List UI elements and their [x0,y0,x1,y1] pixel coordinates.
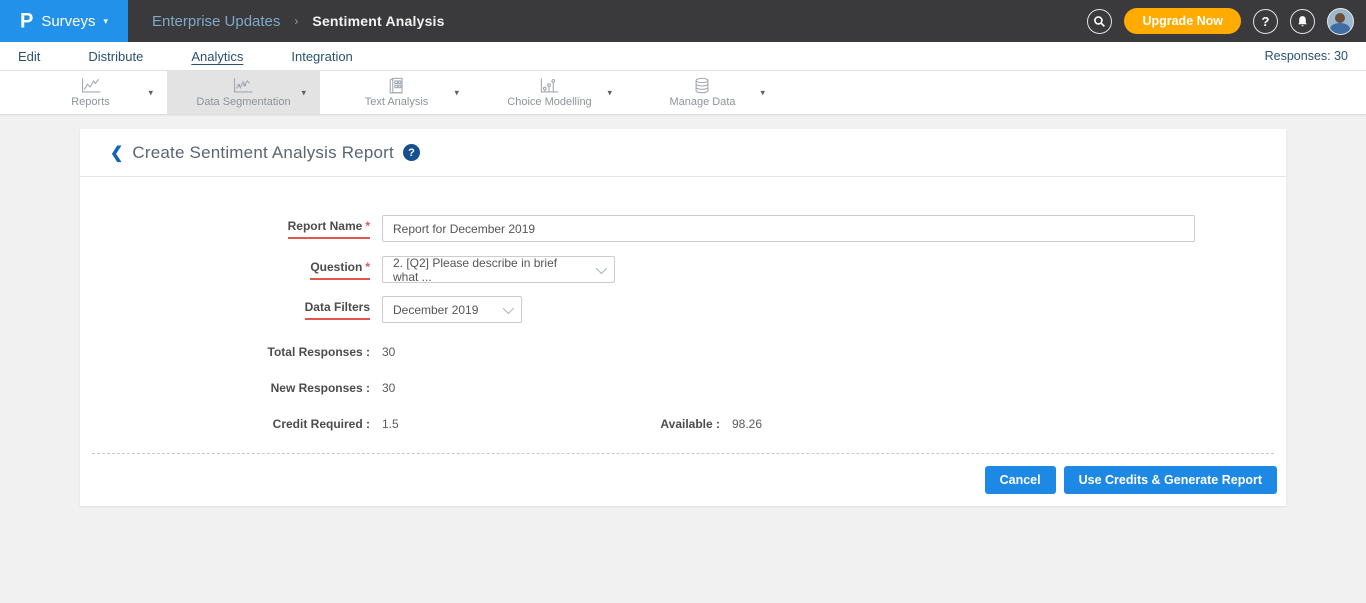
question-label: Question* [310,260,370,280]
caret-down-icon: ▾ [454,87,459,98]
data-filters-select[interactable]: December 2019 [382,296,522,323]
new-responses-label: New Responses : [80,381,370,395]
toolbar-item-choice-modelling[interactable]: Choice Modelling ▾ [473,71,626,114]
toolbar-item-label: Reports [71,96,110,108]
card-footer: Cancel Use Credits & Generate Report [80,454,1286,506]
database-icon [691,77,713,95]
report-name-row: Report Name* [80,215,1286,242]
required-asterisk: * [365,260,370,274]
total-responses-label: Total Responses : [80,345,370,359]
breadcrumb: Enterprise Updates › Sentiment Analysis [152,13,445,30]
toolbar-item-data-segmentation[interactable]: Data Segmentation ▾ [167,71,320,114]
breadcrumb-current: Sentiment Analysis [312,13,444,29]
caret-down-icon: ▾ [760,87,765,98]
chevron-down-icon [503,302,514,313]
toolbar-item-text-analysis[interactable]: Text Analysis ▾ [320,71,473,114]
toolbar-item-reports[interactable]: Reports ▾ [14,71,167,114]
analytics-toolbar: Reports ▾ Data Segmentation ▾ Text Analy… [0,71,1366,114]
total-responses-row: Total Responses : 30 [80,345,1286,359]
toolbar-item-label: Data Segmentation [196,96,290,108]
credit-required-value: 1.5 [382,417,399,431]
breadcrumb-separator-icon: › [294,14,298,28]
total-responses-value: 30 [382,345,395,359]
generate-report-button[interactable]: Use Credits & Generate Report [1064,466,1277,494]
notifications-button[interactable] [1290,9,1315,34]
questionpro-logo-icon: P [20,9,33,33]
data-filters-row: Data Filters December 2019 [80,296,1286,323]
header-actions: Upgrade Now ? [1087,8,1366,35]
back-button[interactable]: ❮ [110,143,123,163]
document-grid-icon [386,77,408,95]
page-title: Create Sentiment Analysis Report [132,143,394,163]
toolbar-item-label: Text Analysis [365,96,429,108]
available-credits: Available : 98.26 [640,417,762,431]
credit-required-label: Credit Required : [80,417,370,431]
card-title-row: ❮ Create Sentiment Analysis Report ? [80,129,1286,177]
data-filters-label: Data Filters [305,300,370,320]
question-select-value: 2. [Q2] Please describe in brief what ..… [393,256,582,284]
caret-down-icon: ▾ [607,87,612,98]
toolbar-item-label: Choice Modelling [507,96,591,108]
caret-down-icon: ▾ [148,87,153,98]
create-report-card: ❮ Create Sentiment Analysis Report ? Rep… [80,129,1286,506]
report-form: Report Name* Question* 2. [Q2] Please de… [80,177,1286,431]
search-icon [1093,15,1106,28]
chevron-down-icon [596,262,607,273]
question-mark-icon: ? [408,147,415,159]
dot-chart-icon [538,77,560,95]
report-name-label: Report Name* [288,219,370,239]
help-button[interactable]: ? [1253,9,1278,34]
breadcrumb-parent[interactable]: Enterprise Updates [152,13,280,30]
nav-item-integration[interactable]: Integration [291,47,352,66]
search-button[interactable] [1087,9,1112,34]
report-name-input[interactable] [382,215,1195,242]
line-chart-icon [80,77,102,95]
nav-item-analytics[interactable]: Analytics [191,47,243,66]
caret-down-icon: ▾ [104,16,109,27]
title-help-button[interactable]: ? [403,144,420,161]
toolbar-item-label: Manage Data [669,96,735,108]
required-asterisk: * [365,219,370,233]
credit-required-row: Credit Required : 1.5 Available : 98.26 [80,417,1286,431]
cancel-button[interactable]: Cancel [985,466,1056,494]
available-value: 98.26 [732,417,762,431]
bell-icon [1296,15,1309,28]
new-responses-row: New Responses : 30 [80,381,1286,395]
new-responses-value: 30 [382,381,395,395]
nav-item-distribute[interactable]: Distribute [88,47,143,66]
survey-nav: Edit Distribute Analytics Integration Re… [0,42,1366,71]
caret-down-icon: ▾ [301,87,306,98]
upgrade-now-button[interactable]: Upgrade Now [1124,8,1241,34]
responses-count: Responses: 30 [1265,49,1348,63]
product-switcher[interactable]: P Surveys ▾ [0,0,128,42]
question-select[interactable]: 2. [Q2] Please describe in brief what ..… [382,256,615,283]
nav-item-edit[interactable]: Edit [18,47,40,66]
scatter-chart-icon [232,77,254,95]
question-row: Question* 2. [Q2] Please describe in bri… [80,256,1286,283]
product-name: Surveys [41,13,95,30]
toolbar-item-manage-data[interactable]: Manage Data ▾ [626,71,779,114]
question-mark-icon: ? [1262,14,1270,29]
user-avatar[interactable] [1327,8,1354,35]
available-label: Available : [640,417,720,431]
data-filters-select-value: December 2019 [393,303,478,317]
top-header: P Surveys ▾ Enterprise Updates › Sentime… [0,0,1366,42]
